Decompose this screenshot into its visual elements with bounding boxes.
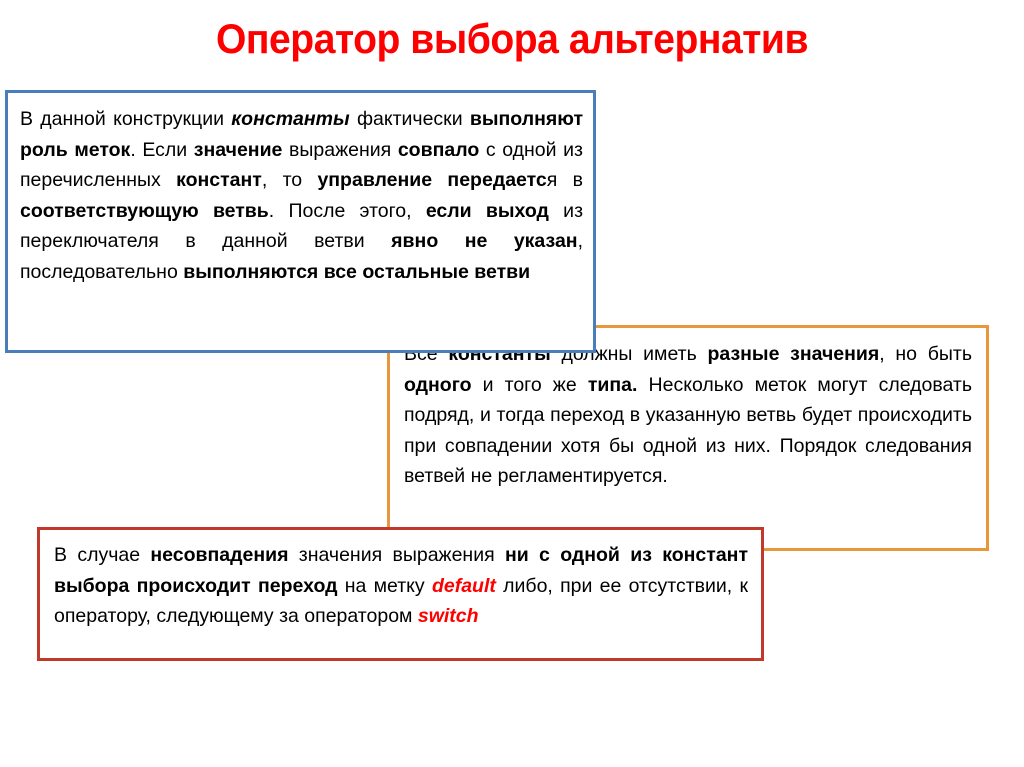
text-run-strong: типа. bbox=[587, 373, 638, 396]
text-run-strong: разные значения bbox=[707, 343, 880, 365]
text-run-strong: несовпадения bbox=[150, 544, 289, 566]
text-run: В данной конструкции bbox=[20, 108, 232, 130]
text-run-strong: совпало bbox=[397, 138, 480, 161]
text-run-strong: управление передаетс bbox=[317, 169, 547, 191]
info-box-constants-as-labels: В данной конструкции константы фактическ… bbox=[5, 90, 596, 353]
text-run-strong: явно не указан bbox=[391, 230, 578, 252]
text-run-strong: если выход bbox=[425, 199, 549, 222]
text-run: . Если bbox=[130, 138, 194, 161]
info-box-constants-as-labels-text: В данной конструкции константы фактическ… bbox=[20, 104, 583, 287]
text-run-strong: значение bbox=[193, 138, 283, 161]
text-run-strong: констант bbox=[176, 169, 262, 191]
text-run-strong: выполняются все остальные ветви bbox=[183, 260, 531, 283]
text-run-strong: соответствующую ветвь bbox=[20, 199, 269, 222]
text-run: фактически bbox=[349, 108, 470, 130]
text-run: на метку bbox=[337, 574, 432, 597]
info-box-default-branch: В случае несовпадения значения выражения… bbox=[37, 527, 764, 661]
info-box-constant-value-rules-text: Все константы должны иметь разные значен… bbox=[404, 339, 972, 492]
text-run: . После этого, bbox=[268, 199, 426, 222]
text-run: В случае bbox=[54, 544, 151, 566]
info-box-constant-value-rules: Все константы должны иметь разные значен… bbox=[387, 325, 989, 551]
text-run: , то bbox=[261, 169, 318, 191]
text-run: я в bbox=[546, 169, 583, 191]
text-run-emphasis-constants: константы bbox=[231, 108, 350, 130]
text-run: и того же bbox=[471, 373, 588, 396]
keyword-default: default bbox=[431, 574, 496, 597]
text-run: значения выражения bbox=[288, 544, 505, 566]
page-title: Оператор выбора альтернатив bbox=[215, 15, 809, 62]
text-run-strong: одного bbox=[404, 373, 472, 396]
text-run: , но быть bbox=[879, 343, 972, 365]
keyword-switch: switch bbox=[417, 605, 479, 627]
info-box-default-branch-text: В случае несовпадения значения выражения… bbox=[54, 540, 748, 632]
text-run: выражения bbox=[282, 138, 398, 161]
